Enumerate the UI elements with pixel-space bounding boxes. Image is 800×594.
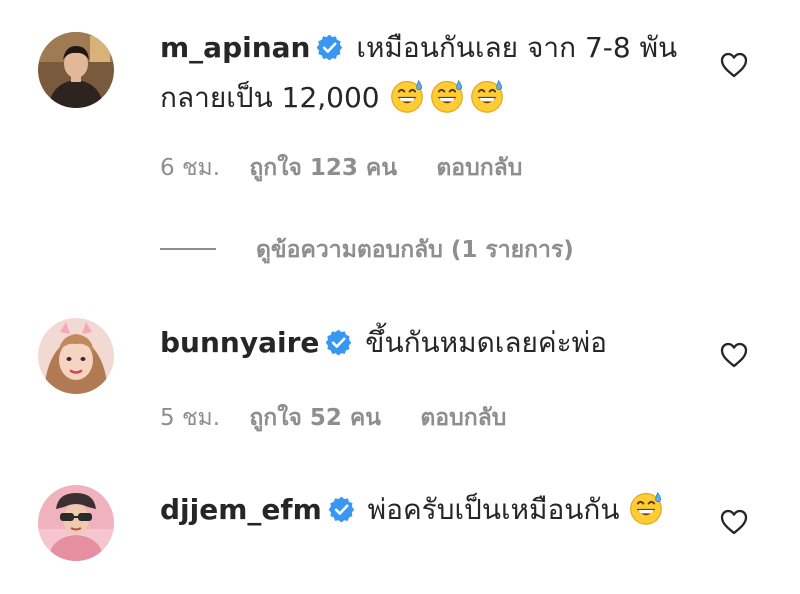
heart-icon[interactable]	[720, 509, 748, 535]
comment-meta: 5 ชม. ถูกใจ 52 คน ตอบกลับ	[160, 400, 506, 436]
comment-text: djjem_efm พ่อครับเป็นเหมือนกัน	[160, 485, 700, 535]
comment-time: 5 ชม.	[160, 405, 221, 431]
username[interactable]: bunnyaire	[160, 326, 319, 359]
grinning-sweat-emoji	[429, 78, 465, 114]
verified-badge-icon	[328, 496, 355, 523]
comment-body: ขึ้นกันหมดเลยค่ะพ่อ	[365, 326, 607, 359]
verified-badge-icon	[325, 329, 352, 356]
heart-icon[interactable]	[720, 342, 748, 368]
grinning-sweat-emoji	[469, 78, 505, 114]
reply-button[interactable]: ตอบกลับ	[420, 405, 506, 431]
heart-icon[interactable]	[720, 52, 748, 78]
comment-meta: 6 ชม. ถูกใจ 123 คน ตอบกลับ	[160, 150, 522, 186]
avatar[interactable]	[38, 318, 114, 394]
comment-time: 6 ชม.	[160, 155, 221, 181]
comment-body: พ่อครับเป็นเหมือนกัน	[367, 493, 620, 526]
avatar[interactable]	[38, 485, 114, 561]
view-replies-button[interactable]: ดูข้อความตอบกลับ (1 รายการ)	[160, 232, 574, 268]
view-replies-label: ดูข้อความตอบกลับ (1 รายการ)	[256, 237, 574, 263]
likes-count[interactable]: ถูกใจ 123 คน	[249, 155, 397, 181]
reply-button[interactable]: ตอบกลับ	[436, 155, 522, 181]
avatar[interactable]	[38, 32, 114, 108]
likes-count[interactable]: ถูกใจ 52 คน	[249, 405, 381, 431]
comment-text: bunnyaire ขึ้นกันหมดเลยค่ะพ่อ	[160, 318, 700, 368]
username[interactable]: m_apinan	[160, 31, 310, 64]
divider-line	[160, 247, 216, 250]
verified-badge-icon	[316, 34, 343, 61]
grinning-sweat-emoji	[389, 78, 425, 114]
comment-text: m_apinan เหมือนกันเลย จาก 7-8 พัน กลายเป…	[160, 23, 700, 123]
username[interactable]: djjem_efm	[160, 493, 322, 526]
grinning-sweat-emoji	[628, 490, 664, 526]
